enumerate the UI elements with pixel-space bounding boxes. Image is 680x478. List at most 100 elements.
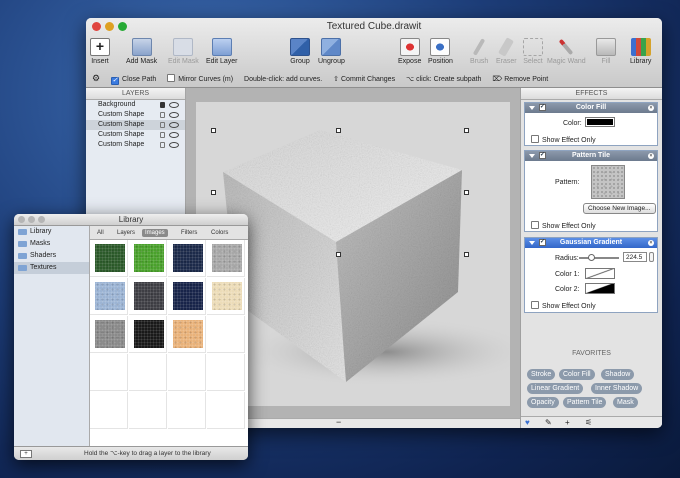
choose-new-image-button[interactable]: Choose New Image...: [583, 203, 656, 214]
texture-thumbnail[interactable]: [95, 320, 125, 348]
library-grid-cell[interactable]: [168, 392, 206, 429]
texture-thumbnail[interactable]: [212, 282, 242, 310]
visibility-eye-icon[interactable]: [169, 112, 179, 118]
texture-thumbnail[interactable]: [173, 244, 203, 272]
texture-thumbnail[interactable]: [212, 244, 242, 272]
selection-handle[interactable]: [464, 252, 469, 257]
toolbar-ungroup-button[interactable]: Ungroup: [318, 38, 345, 65]
remove-effect-icon[interactable]: ×: [648, 105, 654, 111]
unlock-icon[interactable]: [160, 112, 165, 118]
favorite-shadow[interactable]: Shadow: [601, 369, 635, 380]
library-grid-cell[interactable]: [207, 392, 245, 429]
radius-stepper[interactable]: [649, 252, 654, 262]
zoom-out-icon[interactable]: −: [336, 417, 341, 427]
disclosure-triangle-icon[interactable]: [529, 241, 535, 245]
gaussian-gradient-header[interactable]: ✓ Gaussian Gradient ×: [525, 238, 657, 248]
library-grid-cell[interactable]: [207, 278, 245, 315]
pattern-tile-show-only-checkbox[interactable]: Show Effect Only: [531, 221, 596, 230]
toolbar-magic-wand-button[interactable]: Magic Wand: [547, 38, 586, 65]
texture-thumbnail[interactable]: [134, 244, 164, 272]
remove-effect-icon[interactable]: ×: [648, 240, 654, 246]
toolbar-group-button[interactable]: Group: [290, 38, 310, 65]
favorite-color-fill[interactable]: Color Fill: [559, 369, 595, 380]
toolbar-insert-button[interactable]: + Insert: [90, 38, 110, 65]
library-tab[interactable]: Filters: [178, 229, 200, 237]
library-grid-cell[interactable]: [168, 278, 206, 315]
library-sidebar-item[interactable]: Library: [14, 226, 89, 238]
library-grid-cell[interactable]: [207, 316, 245, 353]
library-grid-cell[interactable]: [207, 354, 245, 391]
effect-settings-icon[interactable]: ⚟: [585, 417, 592, 428]
toolbar-brush-button[interactable]: Brush: [470, 38, 488, 65]
library-grid-cell[interactable]: [168, 240, 206, 277]
favorite-inner-shadow[interactable]: Inner Shadow: [591, 383, 643, 394]
library-grid-cell[interactable]: [129, 316, 167, 353]
favorite-linear-gradient[interactable]: Linear Gradient: [527, 383, 584, 394]
favorite-mask[interactable]: Mask: [613, 397, 638, 408]
gaussian-enabled-checkbox[interactable]: ✓: [539, 239, 546, 246]
radius-field[interactable]: 224.5: [623, 252, 647, 262]
disclosure-triangle-icon[interactable]: [529, 106, 535, 110]
pattern-tile-header[interactable]: ✓ Pattern Tile ×: [525, 151, 657, 161]
texture-thumbnail[interactable]: [134, 282, 164, 310]
toolbar-eraser-button[interactable]: Eraser: [496, 37, 517, 65]
library-zoom-button[interactable]: [38, 216, 45, 223]
layer-row[interactable]: Background: [86, 100, 185, 110]
texture-thumbnail[interactable]: [95, 244, 125, 272]
library-tab[interactable]: Images: [142, 229, 168, 237]
pattern-tile-enabled-checkbox[interactable]: ✓: [539, 152, 546, 159]
layer-row[interactable]: Custom Shape: [86, 130, 185, 140]
library-grid-cell[interactable]: [168, 354, 206, 391]
toolbar-fill-button[interactable]: Fill: [596, 38, 616, 65]
selection-handle[interactable]: [211, 128, 216, 133]
color2-gradient-swatch[interactable]: [585, 283, 615, 294]
library-grid-cell[interactable]: [129, 354, 167, 391]
toolbar-edit-layer-button[interactable]: Edit Layer: [206, 38, 238, 65]
favorite-opacity[interactable]: Opacity: [527, 397, 559, 408]
library-tab[interactable]: All: [94, 229, 107, 237]
texture-thumbnail[interactable]: [95, 282, 125, 310]
selection-handle[interactable]: [211, 190, 216, 195]
toolbar-position-button[interactable]: Position: [428, 38, 453, 65]
selection-handle[interactable]: [464, 190, 469, 195]
gear-icon[interactable]: ⚙: [92, 73, 100, 83]
edit-icon[interactable]: ✎: [545, 417, 552, 428]
remove-effect-icon[interactable]: ×: [648, 153, 654, 159]
toolbar-library-button[interactable]: Library: [630, 38, 651, 65]
layer-row[interactable]: Custom Shape: [86, 110, 185, 120]
toolbar-expose-button[interactable]: Expose: [398, 38, 421, 65]
library-grid-cell[interactable]: [129, 278, 167, 315]
library-grid-cell[interactable]: [129, 392, 167, 429]
close-path-checkbox[interactable]: ✓ Close Path: [111, 76, 156, 85]
favorite-stroke[interactable]: Stroke: [527, 369, 556, 380]
disclosure-triangle-icon[interactable]: [529, 154, 535, 158]
library-sidebar-item[interactable]: Textures: [14, 262, 89, 274]
library-grid-cell[interactable]: [207, 240, 245, 277]
library-minimize-button[interactable]: [28, 216, 35, 223]
toolbar-select-button[interactable]: Select: [523, 38, 543, 65]
layer-row[interactable]: Custom Shape: [86, 120, 185, 130]
library-grid-cell[interactable]: [90, 354, 128, 391]
color1-gradient-swatch[interactable]: [585, 268, 615, 279]
radius-slider-knob[interactable]: [588, 254, 595, 261]
favorite-pattern-tile[interactable]: Pattern Tile: [563, 397, 607, 408]
unlock-icon[interactable]: [160, 142, 165, 148]
library-grid-cell[interactable]: [90, 316, 128, 353]
library-grid-cell[interactable]: [129, 240, 167, 277]
color-fill-header[interactable]: ✓ Color Fill ×: [525, 103, 657, 113]
mirror-curves-checkbox[interactable]: Mirror Curves (m): [167, 74, 233, 83]
color-fill-show-only-checkbox[interactable]: Show Effect Only: [531, 135, 596, 144]
library-grid-cell[interactable]: [90, 240, 128, 277]
library-close-button[interactable]: [18, 216, 25, 223]
gaussian-show-only-checkbox[interactable]: Show Effect Only: [531, 301, 596, 310]
toolbar-edit-mask-button[interactable]: Edit Mask: [168, 38, 199, 65]
texture-thumbnail[interactable]: [134, 320, 164, 348]
library-grid-cell[interactable]: [90, 392, 128, 429]
selection-handle[interactable]: [336, 252, 341, 257]
visibility-eye-icon[interactable]: [169, 132, 179, 138]
pattern-preview[interactable]: [591, 165, 625, 199]
heart-icon[interactable]: ♥: [525, 417, 530, 428]
selection-handle[interactable]: [336, 128, 341, 133]
add-library-item-icon[interactable]: +: [20, 450, 32, 458]
color-fill-swatch[interactable]: [585, 117, 615, 127]
